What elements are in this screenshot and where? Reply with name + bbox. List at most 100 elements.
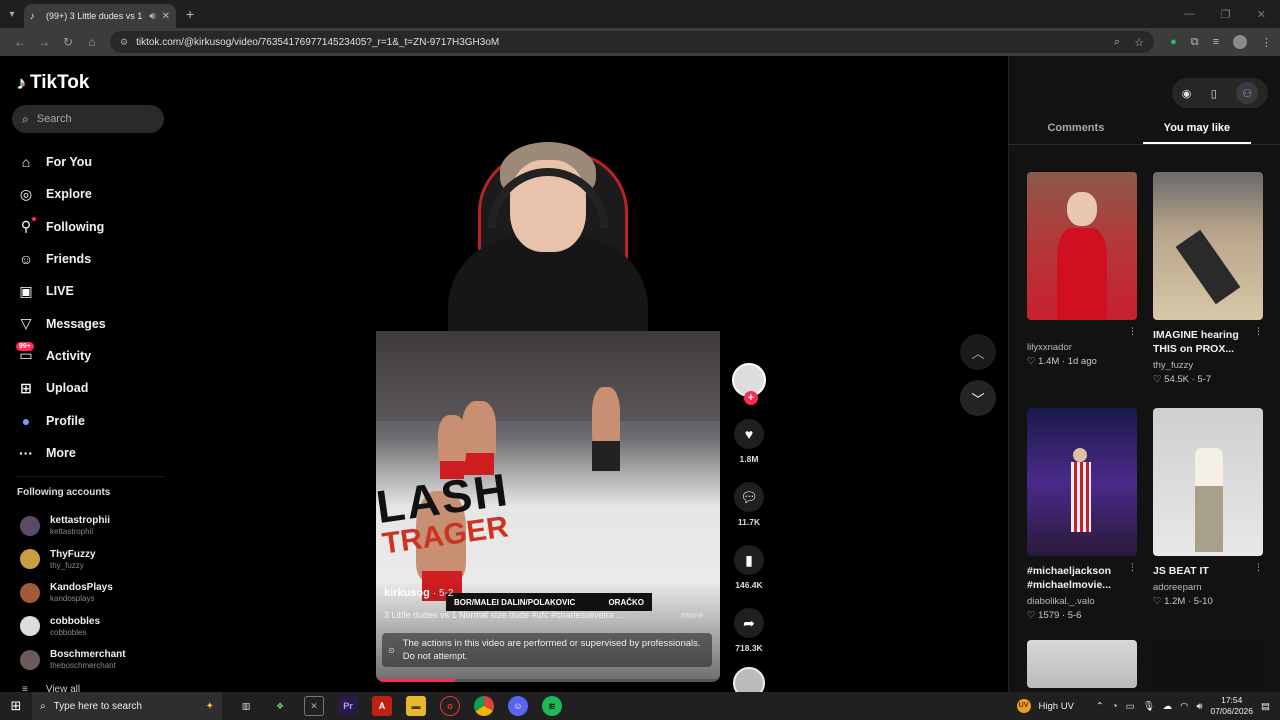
tiktok-logo[interactable]: ♪ TikTok: [17, 72, 89, 94]
video-thumbnail[interactable]: [1027, 640, 1137, 688]
video-thumbnail[interactable]: [1027, 172, 1137, 320]
account-item[interactable]: kettastrophii kettastrophii: [20, 509, 126, 543]
card-menu-icon[interactable]: ⋮: [1128, 326, 1137, 337]
video-card[interactable]: ⋮ lilyxxnador ♡ 1.4M · 1d ago: [1027, 172, 1137, 367]
forward-icon[interactable]: →: [32, 35, 56, 49]
compass-tool-icon[interactable]: ◉: [1182, 87, 1192, 100]
author-name[interactable]: kirkusog: [384, 587, 430, 599]
card-title[interactable]: #michaeljackson #michaelmovie...: [1027, 564, 1137, 592]
chevron-up-icon[interactable]: ⌃: [1096, 701, 1104, 712]
minimize-icon[interactable]: —: [1184, 8, 1195, 21]
close-window-icon[interactable]: ✕: [1257, 8, 1266, 21]
reading-list-icon[interactable]: ≡: [1213, 36, 1219, 48]
sidebar-item-activity[interactable]: ▭ 99+ Activity: [16, 340, 106, 372]
kebab-menu-icon[interactable]: ⋮: [1261, 36, 1272, 49]
video-player[interactable]: LASH TRAGER BOR/MALEI DALIN/POLAKOVIC OR…: [376, 56, 720, 682]
sidebar-item-profile[interactable]: ● Profile: [18, 404, 106, 436]
sidebar-item-friends[interactable]: ☺ Friends: [18, 243, 106, 275]
video-card-partial[interactable]: [1153, 640, 1263, 688]
profile-tool-icon[interactable]: ⚇: [1236, 82, 1259, 104]
video-progress-bar[interactable]: [376, 679, 720, 682]
video-thumbnail[interactable]: [1027, 408, 1137, 556]
tab-you-may-like[interactable]: You may like: [1142, 118, 1251, 144]
search-input[interactable]: [36, 113, 147, 125]
windows-start-icon[interactable]: ⊞: [0, 698, 32, 714]
sidebar-item-upload[interactable]: ⊞ Upload: [18, 372, 106, 404]
url-bar[interactable]: ⚙ tiktok.com/@kirkusog/video/76354176977…: [110, 31, 1155, 53]
follow-plus-icon[interactable]: +: [744, 391, 758, 405]
discord-icon[interactable]: ☺: [508, 696, 528, 716]
video-thumbnail[interactable]: [1153, 640, 1263, 688]
next-video-chevron-down-icon[interactable]: ﹀: [960, 380, 996, 416]
account-item[interactable]: Boschmerchant theboschmerchant: [20, 643, 126, 677]
more-button[interactable]: more: [681, 610, 703, 620]
zoom-icon[interactable]: ⌕: [1114, 36, 1120, 49]
search-box[interactable]: ⌕: [12, 105, 164, 133]
home-nav-icon[interactable]: ⌂: [80, 35, 104, 49]
new-tab-icon[interactable]: +: [186, 6, 194, 22]
video-card[interactable]: ⋮ #michaeljackson #michaelmovie... diabo…: [1027, 408, 1137, 621]
restore-icon[interactable]: ❐: [1221, 8, 1231, 21]
cloud-icon[interactable]: ☁: [1163, 701, 1173, 712]
video-thumbnail[interactable]: [1153, 172, 1263, 320]
account-item[interactable]: KandosPlays kandosplays: [20, 576, 126, 610]
excel-icon[interactable]: ✕: [304, 696, 324, 716]
reload-icon[interactable]: ↻: [56, 35, 80, 49]
video-card[interactable]: ⋮ IMAGINE hearing THIS on PROX... thy_fu…: [1153, 172, 1263, 385]
browser-tab[interactable]: ♪ (99+) 3 Little dudes vs 1 No 🔊︎ ✕: [24, 4, 176, 28]
tab-comments[interactable]: Comments: [1009, 118, 1143, 144]
card-title[interactable]: JS BEAT IT: [1153, 564, 1263, 578]
sidebar-item-following[interactable]: ⚲ Following: [18, 211, 106, 243]
video-author[interactable]: kirkusog · 5-2: [384, 587, 453, 599]
site-info-icon[interactable]: ⚙: [120, 37, 128, 48]
mic-icon[interactable]: 🎙︎: [1143, 701, 1155, 712]
video-thumbnail[interactable]: [1153, 408, 1263, 556]
file-explorer-icon[interactable]: ▬: [406, 696, 426, 716]
speaker-icon[interactable]: 🔊︎: [149, 11, 155, 22]
card-menu-icon[interactable]: ⋮: [1254, 326, 1263, 337]
sidebar-item-live[interactable]: ▣ LIVE: [18, 275, 106, 307]
sidebar-item-for-you[interactable]: ⌂ For You: [18, 146, 106, 178]
creator-avatar[interactable]: +: [732, 363, 766, 405]
extension-icon[interactable]: ●: [1170, 36, 1177, 48]
phone-icon[interactable]: ▯: [1211, 87, 1217, 100]
card-title[interactable]: IMAGINE hearing THIS on PROX...: [1153, 328, 1263, 356]
card-author[interactable]: adoreeparn: [1153, 582, 1263, 593]
card-menu-icon[interactable]: ⋮: [1254, 562, 1263, 573]
like-button[interactable]: ♥ 1.8M: [731, 419, 767, 464]
task-view-icon[interactable]: ▥: [236, 696, 256, 716]
copilot-sparkle-icon[interactable]: ✦: [206, 701, 214, 712]
card-author[interactable]: lilyxxnador: [1027, 342, 1137, 353]
card-author[interactable]: thy_fuzzy: [1153, 360, 1263, 371]
video-card-partial[interactable]: [1027, 640, 1137, 688]
battery-icon[interactable]: ▭: [1126, 701, 1135, 712]
weather-text[interactable]: High UV: [1039, 701, 1074, 712]
profile-avatar-icon[interactable]: [1233, 35, 1247, 49]
puzzle-icon[interactable]: ⧉: [1191, 36, 1199, 49]
account-item[interactable]: ThyFuzzy thy_fuzzy: [20, 543, 126, 577]
widgets-icon[interactable]: ❖: [270, 696, 290, 716]
pdf-icon[interactable]: A: [372, 696, 392, 716]
clock[interactable]: 17:54 07/06/2026: [1210, 695, 1253, 717]
video-card[interactable]: ⋮ JS BEAT IT adoreeparn ♡ 1.2M · 5-10: [1153, 408, 1263, 607]
save-button[interactable]: ▮ 146.4K: [731, 545, 767, 590]
sidebar-item-explore[interactable]: ◎ Explore: [18, 178, 106, 210]
notifications-icon[interactable]: ▤: [1261, 701, 1270, 712]
previous-video-chevron-up-icon[interactable]: ︿: [960, 334, 996, 370]
chrome-icon[interactable]: [474, 696, 494, 716]
osu-icon[interactable]: o: [440, 696, 460, 716]
premiere-icon[interactable]: Pr: [338, 696, 358, 716]
tab-search-icon[interactable]: ▾: [0, 0, 24, 28]
back-icon[interactable]: ←: [8, 35, 32, 49]
spotify-icon[interactable]: ≋: [542, 696, 562, 716]
bookmark-star-icon[interactable]: ☆: [1134, 36, 1144, 49]
sidebar-item-messages[interactable]: ▽ Messages: [18, 307, 106, 339]
volume-icon[interactable]: 🔊︎: [1196, 701, 1202, 712]
close-tab-icon[interactable]: ✕: [162, 11, 170, 22]
card-menu-icon[interactable]: ⋮: [1128, 562, 1137, 573]
card-author[interactable]: diabolikal._.valo: [1027, 596, 1137, 607]
comment-button[interactable]: 💬︎ 11.7K: [731, 482, 767, 527]
network-icon[interactable]: ◔: [1112, 701, 1118, 712]
taskbar-search[interactable]: ⌕ Type here to search ✦: [32, 692, 222, 720]
wifi-icon[interactable]: ◠: [1180, 701, 1188, 712]
